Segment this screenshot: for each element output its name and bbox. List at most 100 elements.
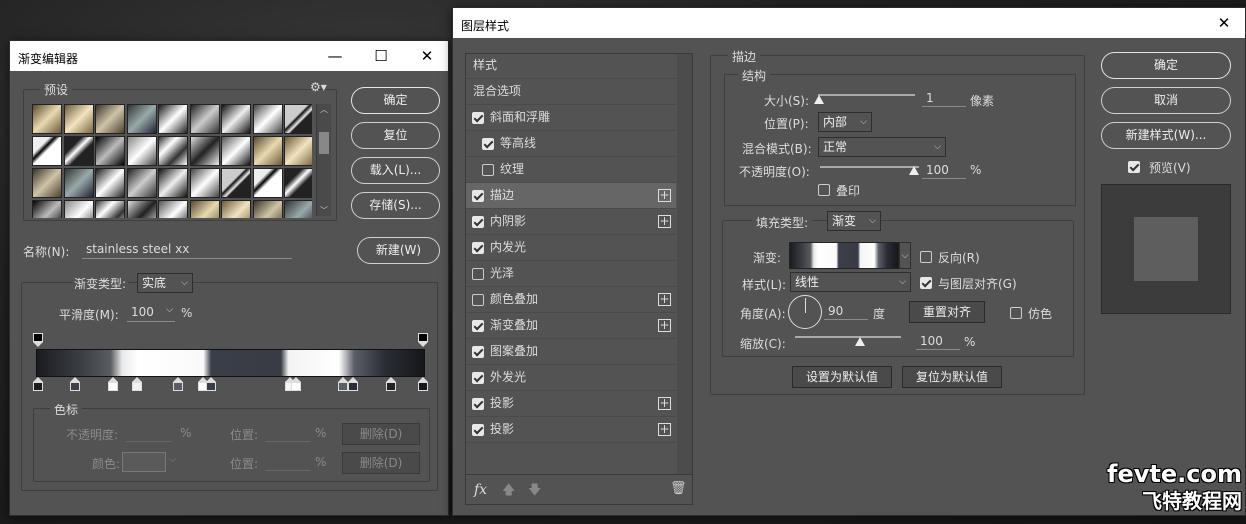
minimize-button[interactable]: — [312, 41, 358, 71]
gradient-type-select[interactable]: 实底 ⌵ [137, 273, 193, 293]
new-style-button[interactable]: 新建样式(W)... [1101, 122, 1231, 149]
dither-checkbox[interactable] [1010, 305, 1022, 319]
effect-checkbox[interactable] [472, 241, 484, 254]
effect-checkbox[interactable] [472, 345, 484, 358]
style-select[interactable]: 线性 ⌵ [790, 272, 911, 292]
reset-button[interactable]: 复位 [351, 122, 440, 149]
reset-align-button[interactable]: 重置对齐 [909, 301, 985, 323]
preset-swatch[interactable] [63, 168, 94, 198]
opacity-slider[interactable] [820, 166, 919, 168]
preset-swatch[interactable] [63, 104, 94, 134]
opacity-stop-left[interactable] [33, 333, 43, 347]
effect-checkbox[interactable] [472, 189, 484, 202]
preset-swatch[interactable] [126, 104, 157, 134]
name-input[interactable]: stainless steel xx [82, 242, 292, 259]
color-stop-marker[interactable] [348, 377, 358, 391]
preset-swatch[interactable] [126, 168, 157, 198]
color-stop-marker[interactable] [33, 377, 43, 391]
gradient-preview[interactable] [789, 242, 899, 269]
effect-checkbox[interactable] [472, 293, 484, 306]
effect-item[interactable]: 渐变叠加 + [466, 313, 676, 339]
preset-swatch[interactable] [189, 168, 220, 198]
gradient-bar[interactable] [36, 349, 425, 377]
effect-item[interactable]: 投影 + [466, 417, 676, 443]
preset-scrollbar[interactable]: ︿ ﹀ [316, 104, 331, 216]
styles-header[interactable]: 样式 [466, 53, 676, 79]
preset-swatch[interactable] [252, 168, 283, 198]
preset-swatch[interactable] [95, 136, 125, 166]
blend-mode-select[interactable]: 正常 ⌵ [818, 137, 946, 157]
color-stop-marker[interactable] [173, 377, 183, 391]
layer-cancel-button[interactable]: 取消 [1101, 87, 1231, 114]
blend-options-item[interactable]: 混合选项 [466, 79, 676, 105]
preset-swatch[interactable] [284, 104, 312, 134]
add-effect-icon[interactable]: + [658, 293, 671, 306]
reset-default-button[interactable]: 复位为默认值 [902, 366, 1002, 388]
fill-type-select[interactable]: 渐变 ⌵ [827, 211, 881, 231]
color-stop-marker[interactable] [418, 377, 428, 391]
preset-swatch[interactable] [221, 200, 251, 218]
smoothness-input[interactable]: 100 ⌵ [127, 305, 175, 322]
gradient-dropdown[interactable]: ⌵ [899, 242, 911, 269]
preset-swatch[interactable] [95, 168, 125, 198]
effect-item[interactable]: 斜面和浮雕 [466, 105, 676, 131]
angle-dial[interactable] [788, 295, 822, 329]
preset-swatch[interactable] [252, 136, 283, 166]
save-button[interactable]: 存储(S)... [351, 192, 440, 219]
preset-swatch[interactable] [189, 200, 220, 218]
effect-checkbox[interactable] [472, 397, 484, 410]
ok-button[interactable]: 确定 [351, 87, 440, 114]
scale-slider[interactable] [795, 336, 901, 338]
styles-list-scroll[interactable] [677, 54, 692, 474]
overprint-checkbox[interactable] [818, 182, 830, 196]
effect-checkbox[interactable] [472, 319, 484, 332]
effect-checkbox[interactable] [472, 215, 484, 228]
add-effect-icon[interactable]: + [658, 423, 671, 436]
preset-swatch[interactable] [63, 200, 94, 218]
align-checkbox[interactable] [920, 275, 932, 289]
preset-swatch[interactable] [189, 136, 220, 166]
close-button[interactable]: ✕ [404, 41, 450, 71]
preview-checkbox[interactable] [1128, 159, 1140, 173]
preset-swatch[interactable] [158, 200, 188, 218]
effect-checkbox[interactable] [472, 423, 484, 436]
color-stop-marker[interactable] [206, 377, 216, 391]
add-effect-icon[interactable]: + [658, 189, 671, 202]
effect-item[interactable]: 外发光 [466, 365, 676, 391]
preset-swatch[interactable] [32, 200, 62, 218]
add-effect-icon[interactable]: + [658, 215, 671, 228]
preset-swatch[interactable] [32, 168, 62, 198]
effect-checkbox[interactable] [472, 111, 484, 124]
color-stop-marker[interactable] [108, 377, 118, 391]
add-effect-icon[interactable]: + [658, 319, 671, 332]
effect-checkbox[interactable] [482, 163, 494, 176]
maximize-button[interactable]: ☐ [358, 41, 404, 71]
scale-input[interactable]: 100 [916, 334, 960, 350]
reverse-checkbox[interactable] [920, 249, 932, 263]
preset-swatch[interactable] [63, 136, 94, 166]
preset-swatch[interactable] [221, 168, 251, 198]
opacity-stop-right[interactable] [418, 333, 428, 347]
preset-swatch[interactable] [252, 104, 283, 134]
effect-item[interactable]: 描边 + [466, 183, 676, 209]
scroll-down-icon[interactable]: ﹀ [317, 205, 331, 216]
move-up-icon[interactable]: 🡅 [502, 481, 515, 503]
opacity-slider-thumb[interactable] [909, 166, 919, 175]
set-default-button[interactable]: 设置为默认值 [792, 366, 892, 388]
preset-swatch[interactable] [158, 168, 188, 198]
preset-swatch[interactable] [126, 200, 157, 218]
effect-checkbox[interactable] [472, 371, 484, 384]
scale-slider-thumb[interactable] [855, 337, 865, 346]
move-down-icon[interactable]: 🡇 [528, 481, 541, 503]
opacity-input[interactable]: 100 [922, 163, 966, 179]
size-slider[interactable] [818, 94, 915, 96]
scroll-up-icon[interactable]: ︿ [317, 104, 331, 115]
effect-item[interactable]: 投影 + [466, 391, 676, 417]
preset-swatch[interactable] [158, 136, 188, 166]
preset-swatch[interactable] [252, 200, 283, 218]
angle-input[interactable]: 90 [824, 304, 868, 320]
gear-icon[interactable]: ⚙▾ [310, 80, 327, 94]
preset-swatch[interactable] [189, 104, 220, 134]
trash-icon[interactable]: 🗑 [670, 481, 687, 496]
effect-item[interactable]: 图案叠加 [466, 339, 676, 365]
